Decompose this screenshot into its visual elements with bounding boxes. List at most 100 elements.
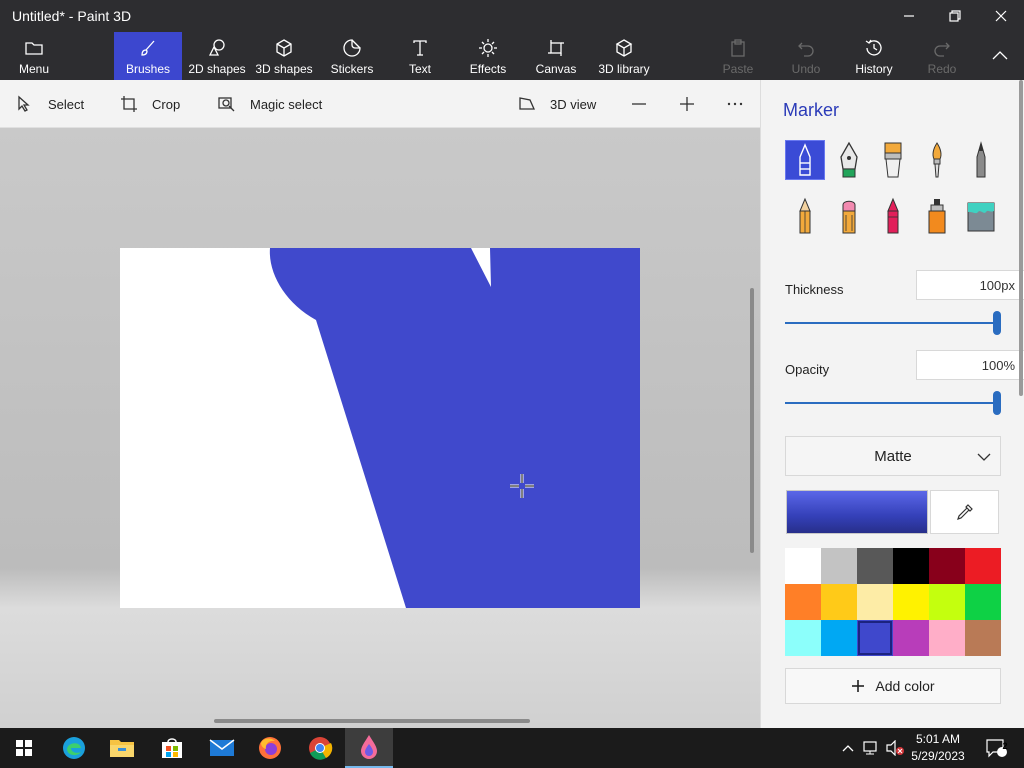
color-swatch[interactable] — [893, 584, 929, 620]
panel-title: Marker — [783, 100, 840, 120]
crop-button[interactable]: Crop — [120, 80, 180, 128]
tab-3d-shapes[interactable]: 3D shapes — [252, 32, 316, 80]
folder-icon — [25, 42, 43, 55]
eraser-icon — [842, 200, 856, 234]
vertical-scrollbar[interactable] — [750, 288, 754, 553]
taskbar-paint-3d[interactable] — [345, 728, 393, 768]
undo-button[interactable]: Undo — [784, 32, 828, 80]
network-button[interactable] — [860, 728, 882, 768]
clock-time: 5:01 AM — [915, 732, 961, 746]
add-color-button[interactable]: Add color — [785, 668, 1001, 704]
color-swatch[interactable] — [821, 620, 857, 656]
opacity-slider-thumb[interactable] — [993, 391, 1001, 415]
current-color-swatch[interactable] — [786, 490, 928, 534]
more-options-button[interactable] — [726, 80, 744, 128]
3d-view-label: 3D view — [550, 96, 597, 112]
close-button[interactable] — [978, 0, 1024, 32]
windows-logo-icon — [16, 740, 32, 756]
history-button[interactable]: History — [850, 32, 898, 80]
zoom-out-button[interactable] — [630, 80, 648, 128]
volume-button[interactable] — [884, 728, 906, 768]
color-swatch[interactable] — [785, 620, 821, 656]
color-swatch[interactable] — [857, 548, 893, 584]
color-swatch[interactable] — [965, 584, 1001, 620]
spray-can-button[interactable] — [917, 196, 957, 236]
tab-brushes[interactable]: Brushes — [114, 32, 182, 80]
eyedropper-button[interactable] — [930, 490, 999, 534]
horizontal-scrollbar[interactable] — [214, 719, 530, 723]
workspace[interactable] — [0, 128, 760, 728]
restore-button[interactable] — [932, 0, 978, 32]
color-swatch[interactable] — [965, 620, 1001, 656]
pixel-pen-button[interactable] — [961, 140, 1001, 180]
calligraphy-pen-button[interactable] — [829, 140, 869, 180]
color-swatch[interactable] — [785, 584, 821, 620]
marker-brush-button[interactable] — [785, 140, 825, 180]
taskbar-mail[interactable] — [198, 728, 246, 768]
menu-button[interactable]: Menu — [6, 32, 62, 80]
opacity-input[interactable]: 100% — [916, 350, 1024, 380]
color-swatch[interactable] — [857, 584, 893, 620]
magic-select-label: Magic select — [250, 96, 323, 112]
start-button[interactable] — [0, 728, 48, 768]
crop-label: Crop — [152, 96, 181, 112]
color-swatch[interactable] — [785, 548, 821, 584]
tab-text[interactable]: Text — [396, 32, 444, 80]
taskbar-chrome[interactable] — [296, 728, 344, 768]
color-swatch[interactable] — [857, 620, 893, 656]
eraser-button[interactable] — [829, 196, 869, 236]
show-hidden-icons-button[interactable] — [838, 728, 858, 768]
spray-can-icon — [928, 199, 946, 234]
color-swatch[interactable] — [965, 548, 1001, 584]
pixel-pen-icon — [976, 141, 986, 178]
finish-dropdown[interactable]: Matte — [785, 436, 1001, 476]
finish-value: Matte — [874, 447, 912, 465]
opacity-label: Opacity — [785, 362, 830, 377]
crayon-button[interactable] — [873, 196, 913, 236]
select-button[interactable]: Select — [16, 80, 84, 128]
notifications-button[interactable]: 2 — [978, 728, 1014, 768]
watercolor-button[interactable] — [917, 140, 957, 180]
taskbar-file-explorer[interactable] — [98, 728, 146, 768]
fill-button[interactable] — [961, 196, 1001, 236]
minimize-button[interactable] — [886, 0, 932, 32]
thickness-input[interactable]: 100px — [916, 270, 1024, 300]
3d-view-button[interactable]: 3D view — [518, 80, 596, 128]
thickness-slider-track[interactable] — [785, 322, 995, 324]
paste-label: Paste — [722, 62, 754, 76]
clock[interactable]: 5:01 AM 5/29/2023 — [905, 731, 971, 765]
taskbar-firefox[interactable] — [246, 728, 294, 768]
main-toolbar: Menu Brushes 2D shapes 3D shapes Sticker… — [0, 32, 1024, 80]
magic-select-button[interactable]: Magic select — [218, 80, 322, 128]
sticker-icon — [343, 39, 361, 57]
tab-stickers[interactable]: Stickers — [324, 32, 380, 80]
paste-button[interactable]: Paste — [716, 32, 760, 80]
zoom-in-button[interactable] — [678, 80, 696, 128]
color-swatch[interactable] — [929, 584, 965, 620]
panel-scrollbar[interactable] — [1019, 80, 1023, 396]
drawing-canvas[interactable] — [120, 248, 640, 608]
color-swatch[interactable] — [821, 548, 857, 584]
collapse-ribbon-button[interactable] — [982, 32, 1018, 80]
tab-3d-library[interactable]: 3D library — [594, 32, 654, 80]
menu-label: Menu — [18, 62, 50, 76]
tab-canvas[interactable]: Canvas — [530, 32, 582, 80]
taskbar-microsoft-store[interactable] — [148, 728, 196, 768]
color-swatch[interactable] — [929, 620, 965, 656]
color-swatch[interactable] — [821, 584, 857, 620]
tab-effects[interactable]: Effects — [462, 32, 514, 80]
color-swatch[interactable] — [893, 620, 929, 656]
opacity-slider-track[interactable] — [785, 402, 995, 404]
chevron-down-icon — [977, 453, 991, 461]
thickness-slider-thumb[interactable] — [993, 311, 1001, 335]
undo-icon — [798, 42, 814, 57]
tab-2d-shapes[interactable]: 2D shapes — [184, 32, 250, 80]
taskbar-edge[interactable] — [50, 728, 98, 768]
oil-brush-button[interactable] — [873, 140, 913, 180]
close-icon — [995, 10, 1007, 22]
redo-button[interactable]: Redo — [920, 32, 964, 80]
color-swatch[interactable] — [929, 548, 965, 584]
tab-brushes-label: Brushes — [125, 62, 171, 76]
pencil-button[interactable] — [785, 196, 825, 236]
color-swatch[interactable] — [893, 548, 929, 584]
